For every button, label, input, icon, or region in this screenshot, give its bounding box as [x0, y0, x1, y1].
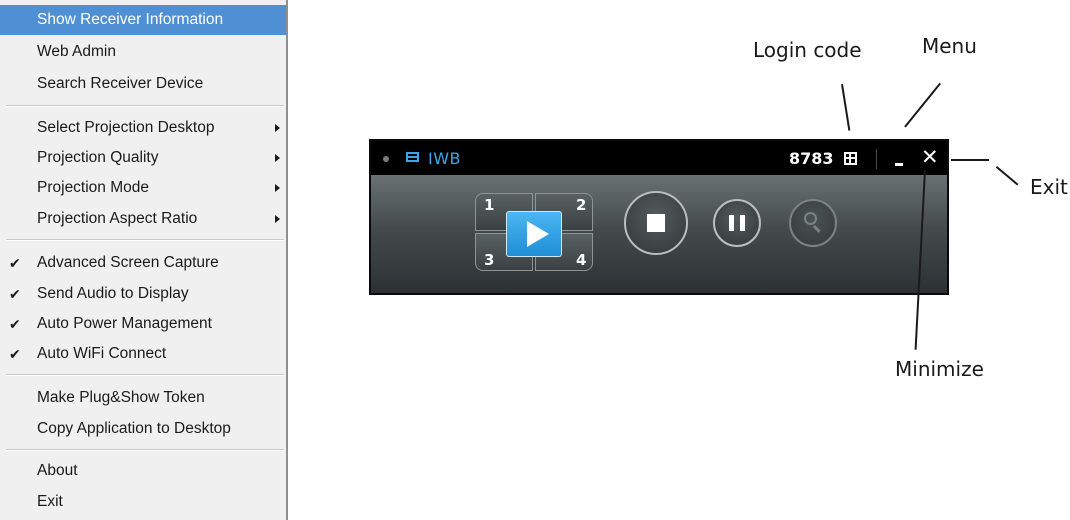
menu-item-projection-aspect-ratio[interactable]: Projection Aspect Ratio: [0, 204, 286, 234]
quadrant-number: 3: [484, 251, 495, 269]
menu-item-label: Send Audio to Display: [37, 285, 189, 302]
quadrant-number: 1: [484, 196, 495, 214]
menu-item-show-receiver-information[interactable]: Show Receiver Information: [0, 5, 286, 35]
menu-item-select-projection-desktop[interactable]: Select Projection Desktop: [0, 113, 286, 143]
play-button[interactable]: [506, 211, 562, 257]
menu-item-label: Select Projection Desktop: [37, 119, 215, 136]
menu-separator: [6, 374, 284, 376]
callout-leader-menu: [904, 82, 941, 128]
checkmark-icon: ✔: [9, 255, 21, 271]
menu-item-label: Auto Power Management: [37, 315, 212, 332]
menu-item-label: Show Receiver Information: [37, 11, 224, 28]
minimize-icon[interactable]: [895, 163, 903, 166]
title-bar-divider: [876, 149, 877, 169]
menu-item-label: Projection Aspect Ratio: [37, 210, 198, 227]
callout-exit: Exit: [1030, 175, 1068, 199]
menu-item-label: Projection Mode: [37, 179, 150, 196]
stop-button[interactable]: [624, 191, 688, 255]
menu-item-label: Search Receiver Device: [37, 75, 204, 92]
search-icon: [804, 212, 817, 225]
callout-leader-exit: [951, 159, 989, 161]
menu-item-label: About: [37, 462, 78, 479]
menu-item-make-plug-show-token[interactable]: Make Plug&Show Token: [0, 383, 286, 413]
app-title: IWB: [428, 149, 462, 168]
menu-item-label: Make Plug&Show Token: [37, 389, 205, 406]
submenu-arrow-icon: [275, 124, 280, 132]
close-icon[interactable]: ✕: [921, 145, 939, 169]
menu-item-label: Web Admin: [37, 43, 116, 60]
checkmark-icon: ✔: [9, 316, 21, 332]
checkmark-icon: ✔: [9, 286, 21, 302]
status-dot-icon: [383, 156, 389, 162]
control-panel: 1 2 3 4: [371, 175, 947, 293]
search-button[interactable]: [789, 199, 837, 247]
menu-item-exit[interactable]: Exit: [0, 487, 286, 517]
submenu-arrow-icon: [275, 154, 280, 162]
stop-icon: [647, 214, 665, 232]
menu-item-label: Auto WiFi Connect: [37, 345, 167, 362]
search-icon-handle: [812, 225, 821, 233]
menu-item-label: Exit: [37, 493, 63, 510]
submenu-arrow-icon: [275, 215, 280, 223]
pause-icon: [740, 215, 745, 231]
menu-item-label: Projection Quality: [37, 149, 159, 166]
menu-item-copy-application-to-desktop[interactable]: Copy Application to Desktop: [0, 414, 286, 444]
context-menu: Show Receiver Information Web Admin Sear…: [0, 0, 288, 520]
callout-leader-exit-tick: [995, 166, 1019, 186]
menu-item-projection-quality[interactable]: Projection Quality: [0, 143, 286, 173]
menu-separator: [6, 105, 284, 107]
pause-icon: [729, 215, 734, 231]
menu-item-projection-mode[interactable]: Projection Mode: [0, 173, 286, 203]
menu-separator: [6, 449, 284, 451]
play-icon: [527, 221, 549, 247]
menu-icon[interactable]: [844, 152, 857, 165]
menu-item-send-audio-to-display[interactable]: ✔ Send Audio to Display: [0, 279, 286, 309]
window-icon: [406, 152, 419, 162]
menu-item-web-admin[interactable]: Web Admin: [0, 37, 286, 67]
menu-item-about[interactable]: About: [0, 456, 286, 486]
display-quadrant-selector: 1 2 3 4: [475, 193, 593, 271]
checkmark-icon: ✔: [9, 346, 21, 362]
quadrant-number: 2: [576, 196, 587, 214]
quadrant-number: 4: [576, 251, 587, 269]
login-code: 8783: [789, 149, 834, 168]
menu-item-label: Copy Application to Desktop: [37, 420, 231, 437]
callout-leader-login-code: [841, 84, 851, 131]
title-bar[interactable]: IWB 8783 ✕: [371, 141, 947, 175]
menu-item-search-receiver-device[interactable]: Search Receiver Device: [0, 69, 286, 99]
menu-item-auto-wifi-connect[interactable]: ✔ Auto WiFi Connect: [0, 339, 286, 369]
app-window: IWB 8783 ✕ 1 2 3 4: [369, 139, 949, 295]
menu-item-auto-power-management[interactable]: ✔ Auto Power Management: [0, 309, 286, 339]
pause-button[interactable]: [713, 199, 761, 247]
callout-minimize: Minimize: [895, 357, 984, 381]
callout-login-code: Login code: [753, 38, 862, 62]
submenu-arrow-icon: [275, 184, 280, 192]
menu-item-advanced-screen-capture[interactable]: ✔ Advanced Screen Capture: [0, 248, 286, 278]
callout-menu: Menu: [922, 34, 977, 58]
menu-separator: [6, 239, 284, 241]
menu-item-label: Advanced Screen Capture: [37, 254, 219, 271]
